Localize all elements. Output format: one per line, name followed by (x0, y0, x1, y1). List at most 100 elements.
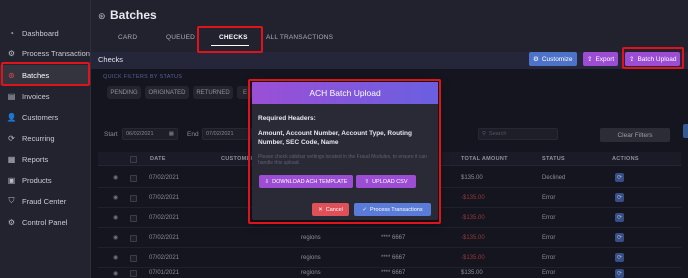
products-icon: ▣ (7, 175, 16, 185)
export-button[interactable]: ⇪ Export (583, 52, 619, 66)
end-date-input[interactable]: 07/02/2021 (202, 128, 252, 140)
sidebar-item-reports[interactable]: ▦ Reports (0, 149, 91, 169)
row-amount: $135.00 (461, 270, 483, 276)
sidebar-item-batches[interactable]: ⊛ Batches (0, 65, 91, 85)
end-date-value: 07/02/2021 (206, 131, 234, 137)
process-label: Process Transactions (370, 206, 423, 213)
row-customer: regions (301, 235, 321, 241)
sidebar-item-recurring[interactable]: ⟳ Recurring (0, 128, 91, 148)
gear-icon: ⚙ (7, 48, 16, 58)
sidebar-item-label: Control Panel (22, 217, 68, 227)
row-amount: $135.00 (461, 175, 483, 181)
start-date-input[interactable]: 06/02/2021 ▦ (122, 128, 178, 140)
row-amount: -$135.00 (461, 235, 485, 241)
search-input[interactable]: ⚲ Search (478, 128, 558, 140)
sidebar-item-dashboard[interactable]: ◔ Dashboard (0, 23, 91, 43)
select-all-checkbox[interactable] (130, 156, 137, 163)
gear-icon: ⚙ (533, 56, 539, 63)
row-checkbox[interactable] (130, 270, 137, 277)
row-checkbox[interactable] (130, 195, 137, 202)
sidebar-item-products[interactable]: ▣ Products (0, 170, 91, 190)
view-icon[interactable]: ◉ (113, 234, 118, 241)
sidebar-item-customers[interactable]: 👤 Customers (0, 107, 91, 127)
view-icon[interactable]: ◉ (113, 270, 118, 277)
tab-card[interactable]: CARD (118, 34, 137, 41)
search-icon: ⚲ (482, 131, 487, 137)
row-action-button[interactable]: ⟳ (615, 213, 624, 222)
row-date: 07/02/2021 (149, 235, 180, 241)
ach-batch-upload-modal: ACH Batch Upload Required Headers: Amoun… (252, 82, 438, 220)
row-checkbox[interactable] (130, 215, 137, 222)
upload-icon: ⇪ (629, 56, 635, 63)
column-header-status[interactable]: STATUS (542, 156, 565, 162)
app-window: ◔ Dashboard ⚙ Process Transaction ⊛ Batc… (0, 0, 688, 278)
sidebar-item-invoices[interactable]: ▤ Invoices (0, 86, 91, 106)
upload-csv-button[interactable]: ⇧ UPLOAD CSV (356, 175, 416, 188)
customers-icon: 👤 (6, 112, 17, 122)
view-icon[interactable]: ◉ (113, 254, 118, 261)
clear-filters-button[interactable]: Clear Filters (600, 128, 670, 142)
recurring-icon: ⟳ (8, 133, 15, 143)
side-panel-tab[interactable] (683, 124, 688, 138)
view-icon[interactable]: ◉ (113, 214, 118, 221)
column-header-customer[interactable]: CUSTOMER (221, 156, 255, 162)
filter-chip-returned[interactable]: RETURNED (193, 86, 233, 99)
row-status: Error (542, 195, 556, 201)
row-checkbox[interactable] (130, 255, 137, 262)
sidebar-item-label: Recurring (22, 133, 55, 143)
start-date-label: Start (104, 131, 118, 138)
page-header (91, 0, 688, 52)
sidebar-item-label: Batches (22, 70, 50, 80)
row-date: 07/02/2021 (149, 255, 180, 261)
row-status: Declined (542, 175, 566, 181)
shield-icon: ⛉ (8, 196, 15, 205)
download-ach-template-button[interactable]: ⇩ DOWNLOAD ACH TEMPLATE (259, 175, 353, 188)
row-action-button[interactable]: ⟳ (615, 193, 624, 202)
row-checkbox[interactable] (130, 175, 137, 182)
search-placeholder: Search (489, 131, 507, 137)
row-status: Error (542, 235, 556, 241)
sidebar-item-label: Products (22, 175, 52, 185)
sidebar-item-label: Invoices (22, 91, 50, 101)
batches-icon: ⊛ (8, 70, 15, 80)
cancel-button[interactable]: ✕ Cancel (312, 203, 349, 216)
filter-chip-pending[interactable]: PENDING (107, 86, 141, 99)
dashboard-icon: ◔ (9, 28, 14, 38)
batch-upload-label: Batch Upload (637, 55, 677, 63)
tab-all-transactions[interactable]: ALL TRANSACTIONS (266, 34, 333, 41)
sidebar-item-process-transaction[interactable]: ⚙ Process Transaction (0, 43, 91, 63)
process-transactions-button[interactable]: ✓ Process Transactions (354, 203, 431, 216)
row-customer: regions (301, 270, 321, 276)
batches-icon: ⊛ (98, 11, 106, 21)
view-icon[interactable]: ◉ (113, 194, 118, 201)
batch-upload-button[interactable]: ⇪ Batch Upload (625, 52, 681, 66)
check-icon: ✓ (362, 206, 368, 213)
row-action-button[interactable]: ⟳ (615, 269, 624, 278)
row-amount: -$135.00 (461, 195, 485, 201)
customize-label: Customize (541, 55, 573, 63)
row-action-button[interactable]: ⟳ (615, 173, 624, 182)
upload-icon: ⇧ (364, 178, 370, 185)
tab-queued[interactable]: QUEUED (166, 34, 195, 41)
customize-button[interactable]: ⚙ Customize (529, 52, 577, 66)
row-checkbox[interactable] (130, 235, 137, 242)
row-action-button[interactable]: ⟳ (615, 253, 624, 262)
row-customer: regions (301, 255, 321, 261)
filter-chip-partial[interactable]: E (237, 86, 253, 99)
sidebar-item-control-panel[interactable]: ⚙ Control Panel (0, 212, 91, 232)
tab-checks[interactable]: CHECKS (219, 34, 248, 41)
close-icon: ✕ (318, 206, 323, 213)
view-icon[interactable]: ◉ (113, 174, 118, 181)
cancel-label: Cancel (325, 206, 343, 213)
column-header-date[interactable]: DATE (150, 156, 166, 162)
row-action-button[interactable]: ⟳ (615, 233, 624, 242)
sidebar-item-label: Fraud Center (22, 196, 67, 206)
sidebar-item-label: Dashboard (22, 28, 59, 38)
row-date: 07/02/2021 (149, 175, 180, 181)
sidebar-item-label: Process Transaction (22, 48, 90, 58)
sidebar-item-fraud-center[interactable]: ⛉ Fraud Center (0, 191, 91, 211)
column-header-total-amount[interactable]: TOTAL AMOUNT (461, 156, 508, 162)
filter-chip-originated[interactable]: ORIGINATED (145, 86, 189, 99)
sidebar-item-label: Reports (22, 154, 49, 164)
export-label: Export (595, 55, 615, 63)
